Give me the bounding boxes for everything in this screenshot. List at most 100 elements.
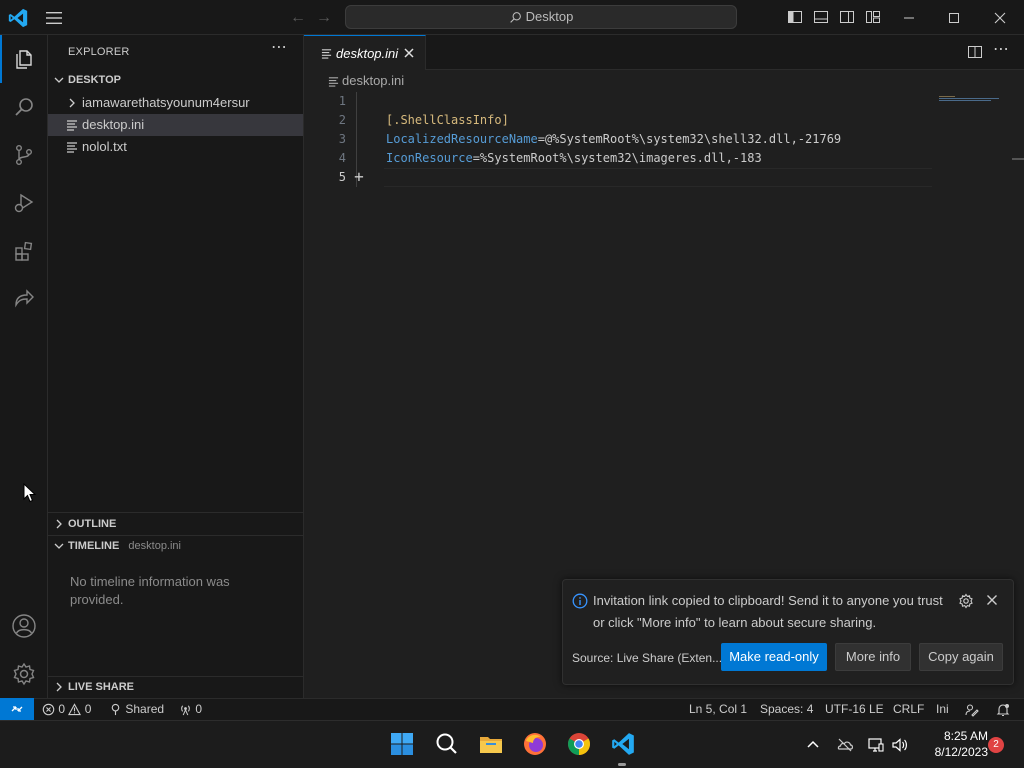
minimize-button[interactable]	[886, 0, 932, 35]
feedback-button[interactable]	[965, 699, 979, 720]
sidebar-title: EXPLORER	[68, 46, 130, 58]
notification-badge[interactable]: 2	[988, 737, 1004, 753]
ini-section: [.ShellClassInfo]	[386, 113, 509, 127]
indentation[interactable]: Spaces: 4	[760, 699, 813, 720]
tree-item-desktop-ini[interactable]: desktop.ini	[48, 114, 303, 136]
vscode-icon[interactable]	[610, 731, 636, 757]
encoding[interactable]: UTF-16 LE	[825, 699, 884, 720]
search-icon[interactable]	[434, 731, 460, 757]
gear-icon[interactable]	[958, 593, 974, 609]
file-explorer-icon[interactable]	[478, 731, 504, 757]
start-icon[interactable]	[389, 731, 415, 757]
chevron-right-icon	[69, 98, 75, 108]
tab-label: desktop.ini	[336, 46, 399, 61]
back-arrow-icon[interactable]: ←	[288, 8, 308, 28]
customize-layout-icon[interactable]	[865, 9, 881, 25]
add-comment-icon[interactable]: +	[350, 169, 368, 187]
notifications-button[interactable]	[996, 699, 1010, 720]
chevron-down-icon	[54, 77, 64, 83]
more-info-button[interactable]: More info	[835, 643, 911, 671]
live-share-section-header[interactable]: LIVE SHARE	[48, 676, 303, 698]
extensions-icon	[15, 241, 33, 261]
search-icon	[15, 98, 33, 116]
close-icon[interactable]	[985, 593, 999, 607]
tree-item-nolol-txt[interactable]: nolol.txt	[48, 136, 303, 158]
toggle-secondary-sidebar-icon[interactable]	[839, 9, 855, 25]
ini-key: LocalizedResourceName	[386, 132, 538, 146]
end-of-line[interactable]: CRLF	[893, 699, 924, 720]
cursor-position[interactable]: Ln 5, Col 1	[689, 699, 747, 720]
activity-accounts[interactable]	[0, 602, 48, 650]
close-tab-icon[interactable]	[402, 46, 416, 60]
more-actions-icon[interactable]: ⋯	[269, 40, 289, 61]
maximize-button[interactable]	[931, 0, 977, 35]
chrome-icon[interactable]	[566, 731, 592, 757]
tree-item-folder[interactable]: iamawarethatsyounum4ersur	[48, 92, 303, 114]
split-editor-icon	[968, 46, 982, 58]
outline-section-header[interactable]: OUTLINE	[48, 513, 303, 535]
pin-icon	[111, 704, 120, 716]
menu-icon[interactable]	[44, 9, 64, 27]
chevron-up-icon[interactable]	[804, 736, 822, 754]
outline-title: OUTLINE	[68, 518, 117, 530]
network-icon[interactable]	[867, 736, 885, 754]
timeline-title: TIMELINE	[68, 540, 120, 552]
forward-arrow-icon[interactable]: →	[314, 8, 334, 28]
minimap[interactable]	[939, 95, 1003, 103]
close-icon	[994, 12, 1006, 23]
breadcrumb[interactable]: desktop.ini	[304, 70, 1024, 92]
tab-desktop-ini[interactable]: desktop.ini	[304, 35, 426, 70]
code-line: [.ShellClassInfo]	[386, 111, 509, 130]
toggle-primary-sidebar-icon[interactable]	[787, 9, 803, 25]
ini-value: =@%SystemRoot%\system32\shell32.dll,-217…	[537, 132, 842, 146]
current-line-highlight	[384, 168, 932, 187]
activity-source-control[interactable]	[0, 131, 48, 179]
warning-icon	[68, 703, 82, 716]
toggle-panel-icon[interactable]	[813, 9, 829, 25]
firefox-icon[interactable]	[522, 731, 548, 757]
make-read-only-button[interactable]: Make read-only	[721, 643, 827, 671]
live-share-status[interactable]: Shared	[109, 699, 164, 720]
volume-icon[interactable]	[891, 736, 909, 754]
copy-again-button[interactable]: Copy again	[919, 643, 1003, 671]
active-app-indicator	[618, 763, 626, 766]
remote-icon	[11, 706, 23, 712]
activity-search[interactable]	[0, 83, 48, 131]
editor-more-actions-icon[interactable]: ⋯	[992, 42, 1010, 62]
onedrive-icon[interactable]	[836, 736, 854, 754]
ports-indicator[interactable]: 0	[179, 699, 202, 720]
clock[interactable]: 8:25 AM 8/12/2023	[918, 728, 988, 760]
feedback-icon	[965, 704, 979, 717]
activity-extensions[interactable]	[0, 227, 48, 275]
activity-explorer[interactable]	[0, 35, 48, 83]
activity-manage[interactable]	[0, 650, 48, 698]
breadcrumb-file: desktop.ini	[342, 73, 405, 88]
line-number: 3	[338, 132, 346, 146]
live-share-icon	[15, 289, 34, 308]
line-number: 5	[338, 170, 346, 184]
radio-tower-icon	[181, 705, 190, 716]
language-mode[interactable]: Ini	[936, 699, 949, 720]
tree-item-label: desktop.ini	[82, 117, 145, 132]
timeline-section-header[interactable]: TIMELINE desktop.ini	[48, 535, 303, 557]
folder-name: DESKTOP	[68, 74, 121, 86]
file-lines-icon	[67, 142, 77, 153]
activity-run-debug[interactable]	[0, 179, 48, 227]
activity-live-share[interactable]	[0, 275, 48, 323]
close-window-button[interactable]	[977, 0, 1023, 35]
notification-toast: Invitation link copied to clipboard! Sen…	[562, 579, 1014, 685]
source-control-icon	[15, 145, 32, 166]
ports-count: 0	[195, 702, 203, 716]
remote-indicator[interactable]	[0, 698, 34, 720]
problems-indicator[interactable]: 0 0	[42, 699, 91, 720]
notification-message: Invitation link copied to clipboard! Sen…	[593, 593, 943, 630]
timeline-empty-message: No timeline information was provided.	[70, 574, 230, 607]
title-bar: ← → Desktop	[0, 0, 1024, 35]
chevron-right-icon	[56, 519, 62, 529]
folder-section-header[interactable]: DESKTOP	[48, 69, 303, 91]
clock-time: 8:25 AM	[943, 729, 988, 743]
split-editor-button[interactable]	[966, 44, 984, 62]
gear-icon	[13, 662, 35, 686]
shared-label: Shared	[125, 702, 165, 716]
command-center-search[interactable]: Desktop	[345, 5, 737, 29]
